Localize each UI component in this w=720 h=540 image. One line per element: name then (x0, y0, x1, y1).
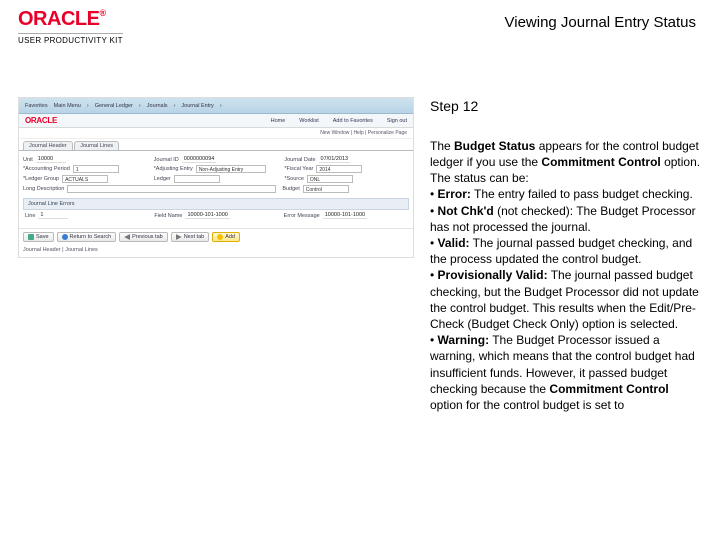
bullet-error: • Error: The entry failed to pass budget… (430, 186, 702, 202)
product-label: USER PRODUCTIVITY KIT (18, 33, 123, 45)
add-button: Add (212, 232, 240, 242)
breadcrumb-item: Journal Entry (181, 103, 213, 109)
bullet-notchkd: • Not Chk'd (not checked): The Budget Pr… (430, 203, 702, 235)
nav-worklist: Worklist (299, 118, 318, 124)
chevron-left-icon (124, 234, 130, 240)
chevron-right-icon (176, 234, 182, 240)
page-title: Viewing Journal Entry Status (158, 8, 702, 31)
form-area: Unit10000 Journal ID0000000094 Journal D… (19, 150, 413, 225)
return-button: Return to Search (57, 232, 117, 242)
breadcrumb-item: Favorites (25, 103, 48, 109)
journal-line-errors: Journal Line Errors (23, 198, 409, 210)
bullet-warning: • Warning: The Budget Processor issued a… (430, 332, 702, 413)
footer-links: Journal Header | Journal Lines (19, 245, 413, 257)
bullet-prov-valid: • Provisionally Valid: The journal passe… (430, 267, 702, 332)
breadcrumb-item: General Ledger (95, 103, 133, 109)
tab-bar: Journal Header Journal Lines (19, 139, 413, 150)
breadcrumb: Favorites Main Menu › General Ledger › J… (19, 98, 413, 114)
save-icon (28, 234, 34, 240)
return-icon (62, 234, 68, 240)
oracle-logo: ORACLE® (18, 8, 106, 31)
tab-journal-header: Journal Header (23, 141, 73, 150)
nav-home: Home (271, 118, 286, 124)
tab-journal-lines: Journal Lines (74, 141, 119, 150)
page-tools: New Window | Help | Personalize Page (19, 128, 413, 139)
instruction-text: Step 12 The Budget Status appears for th… (430, 97, 702, 413)
app-screenshot: Favorites Main Menu › General Ledger › J… (18, 97, 414, 413)
intro-paragraph: The Budget Status appears for the contro… (430, 138, 702, 187)
brand-block: ORACLE® USER PRODUCTIVITY KIT (18, 8, 158, 45)
plus-icon (217, 234, 223, 240)
app-nav: ORACLE Home Worklist Add to Favorites Si… (19, 114, 413, 128)
step-label: Step 12 (430, 97, 702, 116)
button-bar: Save Return to Search Previous tab Next … (19, 228, 413, 245)
app-logo: ORACLE (25, 116, 57, 125)
nav-favorites: Add to Favorites (333, 118, 373, 124)
next-tab-button: Next tab (171, 232, 209, 242)
bullet-valid: • Valid: The journal passed budget check… (430, 235, 702, 267)
prev-tab-button: Previous tab (119, 232, 168, 242)
nav-signout: Sign out (387, 118, 407, 124)
breadcrumb-item: Journals (147, 103, 168, 109)
breadcrumb-item: Main Menu (54, 103, 81, 109)
save-button: Save (23, 232, 54, 242)
